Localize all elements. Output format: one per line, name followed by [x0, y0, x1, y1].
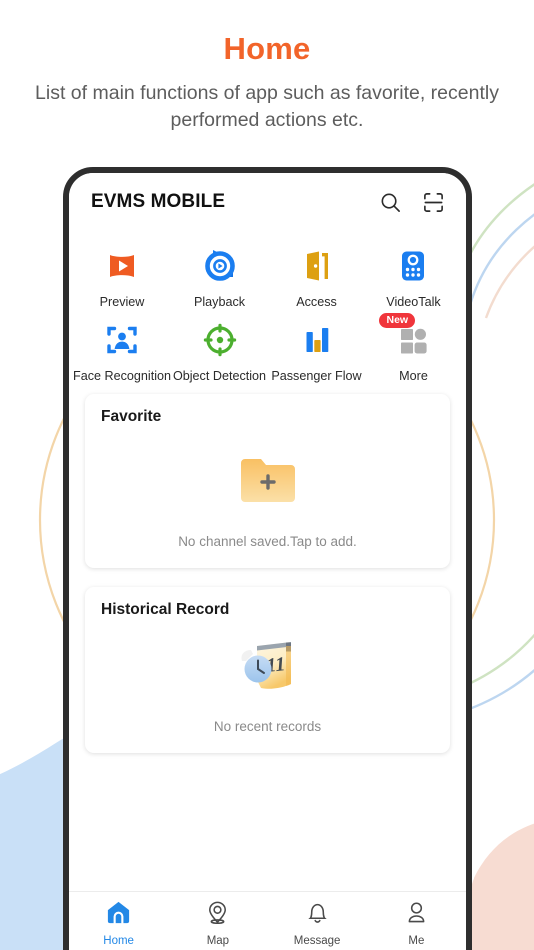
phone-mockup: EVMS MOBILE Preview Playback Access Vide…: [63, 167, 472, 950]
history-card-body[interactable]: 11 No recent records: [101, 620, 434, 735]
function-label: VideoTalk: [386, 295, 441, 309]
function-label: Passenger Flow: [271, 368, 362, 383]
nav-item-message[interactable]: Message: [268, 896, 367, 948]
nav-label: Home: [103, 934, 134, 947]
function-item-videotalk[interactable]: VideoTalk: [365, 239, 462, 309]
map-pin-icon: [204, 899, 231, 931]
person-icon: [403, 899, 430, 931]
function-item-access[interactable]: Access: [268, 239, 365, 309]
face-recognition-icon: [101, 319, 143, 361]
nav-label: Me: [408, 934, 425, 947]
calendar-clock-icon: 11: [231, 636, 305, 703]
app-screen: EVMS MOBILE Preview Playback Access Vide…: [69, 173, 466, 950]
bg-blob-peach: [472, 830, 534, 950]
card-area: Favorite No channel saved.Tap to add. Hi…: [69, 386, 466, 891]
search-icon[interactable]: [379, 191, 402, 214]
page-subtitle: List of main functions of app such as fa…: [35, 82, 499, 131]
new-badge: New: [379, 312, 416, 329]
function-item-object-detection[interactable]: Object Detection: [171, 313, 268, 383]
history-card[interactable]: Historical Record 11 No recent records: [85, 586, 450, 753]
app-title: EVMS MOBILE: [91, 191, 226, 212]
function-item-preview[interactable]: Preview: [73, 239, 171, 309]
function-label: Face Recognition: [73, 368, 172, 383]
add-folder-icon[interactable]: [237, 453, 299, 512]
scan-icon[interactable]: [422, 191, 445, 214]
playback-icon: [199, 245, 241, 287]
function-item-more[interactable]: New More: [365, 312, 462, 383]
bg-arc-pink: [484, 245, 534, 319]
favorite-empty-text: No channel saved.Tap to add.: [178, 533, 357, 549]
favorite-card[interactable]: Favorite No channel saved.Tap to add.: [85, 394, 450, 568]
function-item-face-recognition[interactable]: Face Recognition: [73, 313, 171, 383]
access-icon: [296, 245, 338, 287]
app-bar: EVMS MOBILE: [69, 173, 466, 231]
home-icon: [105, 899, 132, 931]
page-root: Home List of main functions of app such …: [0, 0, 534, 950]
preview-icon: [101, 245, 143, 287]
function-label: Access: [296, 295, 337, 309]
page-heading: Home List of main functions of app such …: [0, 31, 534, 134]
function-item-playback[interactable]: Playback: [171, 239, 268, 309]
history-card-title: Historical Record: [101, 600, 230, 618]
nav-item-map[interactable]: Map: [168, 896, 267, 948]
object-detection-icon: [199, 319, 241, 361]
nav-label: Message: [293, 934, 341, 947]
passenger-flow-icon: [296, 319, 338, 361]
nav-label: Map: [206, 934, 230, 947]
favorite-card-title: Favorite: [101, 408, 162, 426]
app-bar-actions: [379, 191, 445, 214]
bg-blob-blue: [0, 736, 68, 950]
bg-arc-blue: [468, 213, 534, 306]
page-title: Home: [223, 31, 311, 66]
bg-blob-peach-2: [474, 823, 534, 950]
nav-item-me[interactable]: Me: [367, 896, 466, 948]
function-grid: Preview Playback Access VideoTalk Face R…: [69, 231, 466, 386]
function-item-passenger-flow[interactable]: Passenger Flow: [268, 313, 365, 383]
bottom-navigation: Home Map Message Me: [69, 891, 466, 950]
bell-icon: [304, 899, 331, 931]
function-label: Object Detection: [172, 368, 267, 383]
nav-item-home[interactable]: Home: [69, 896, 168, 948]
function-label: More: [399, 368, 428, 383]
function-label: Preview: [99, 295, 145, 309]
function-label: Playback: [193, 295, 246, 309]
favorite-card-body[interactable]: No channel saved.Tap to add.: [101, 427, 434, 550]
videotalk-icon: [392, 245, 434, 287]
history-empty-text: No recent records: [213, 718, 322, 734]
